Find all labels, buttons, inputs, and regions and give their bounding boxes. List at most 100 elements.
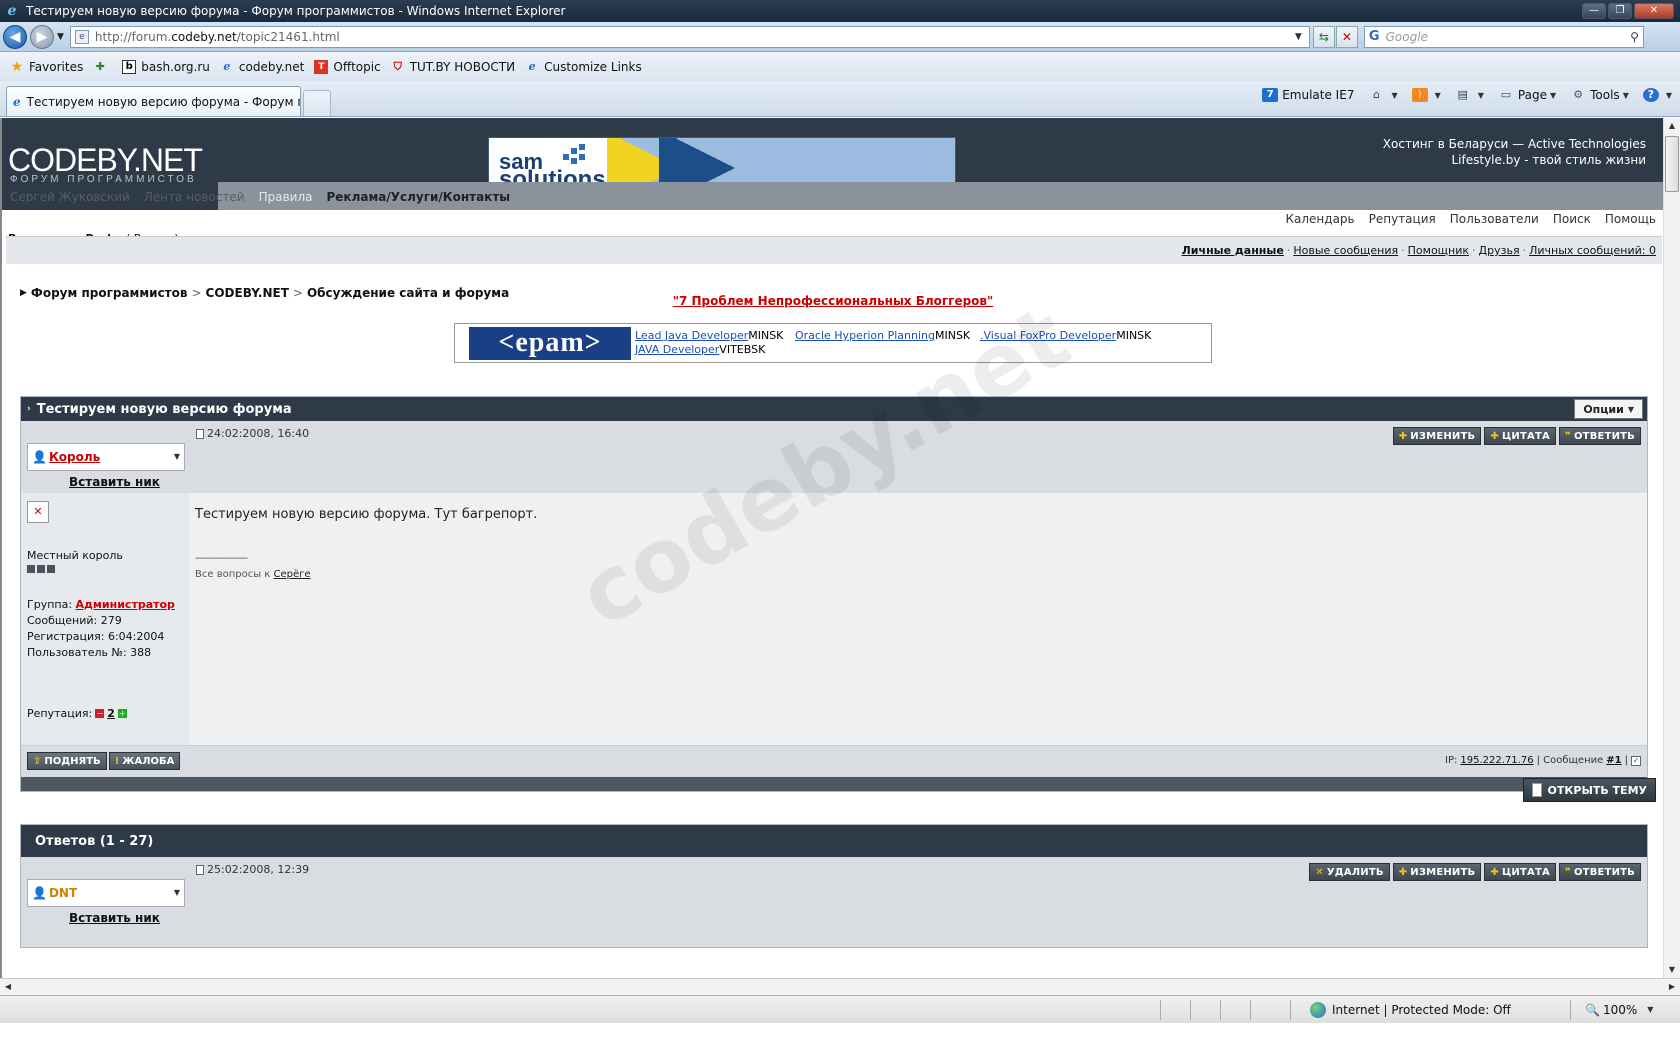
scroll-thumb[interactable] <box>1665 136 1679 192</box>
nav-item-ads[interactable]: Реклама/Услуги/Контакты <box>326 190 510 204</box>
stop-icon[interactable]: ✕ <box>1335 25 1358 48</box>
post-body: ✕ Местный король Группа: Администратор С… <box>21 493 1647 745</box>
chevron-down-icon: ▼ <box>1622 90 1629 100</box>
fav-link-tutby[interactable]: ⛉ TUT.BY НОВОСТИ <box>391 60 516 74</box>
vertical-scrollbar[interactable]: ▲ ▼ <box>1663 118 1680 978</box>
reputation-value[interactable]: 2 <box>107 707 115 720</box>
tools-menu-button[interactable]: ⚙ Tools ▼ <box>1570 88 1629 102</box>
promo-link[interactable]: "7 Проблем Непрофессиональных Блоггеров" <box>673 294 994 308</box>
post-date: 24:02:2008, 16:40 <box>196 427 309 440</box>
new-messages-link[interactable]: Новые сообщения <box>1293 244 1398 257</box>
maximize-button[interactable]: ❐ <box>1608 3 1632 19</box>
group-link[interactable]: Администратор <box>76 598 175 611</box>
hosting-link[interactable]: Хостинг в Беларуси — Active Technologies <box>1383 136 1646 152</box>
favorites-button[interactable]: ★ Favorites <box>10 60 84 74</box>
forward-button[interactable]: ▶ <box>30 24 54 49</box>
signature: -------------------- Все вопросы к Серёг… <box>195 553 311 580</box>
report-button[interactable]: ! ЖАЛОБА <box>108 752 181 770</box>
fav-link-offtopic[interactable]: T Offtopic <box>314 59 381 74</box>
address-dropdown-icon[interactable]: ▼ <box>1295 32 1309 42</box>
nav-help[interactable]: Помощь <box>1605 212 1656 226</box>
reply-insert-nick-link[interactable]: Вставить ник <box>69 911 160 925</box>
reply-edit-button[interactable]: ✚ ИЗМЕНИТЬ <box>1392 863 1482 881</box>
emulate-ie7-button[interactable]: 7 Emulate IE7 <box>1262 88 1354 102</box>
close-window-button[interactable]: ✕ <box>1634 3 1674 19</box>
help-button[interactable]: ? ▼ <box>1642 88 1672 102</box>
refresh-icon[interactable]: ⇆ <box>1312 25 1335 48</box>
author-name[interactable]: Король <box>49 450 100 464</box>
search-input[interactable]: G Google ⚲ <box>1363 25 1644 48</box>
horizontal-scrollbar[interactable]: ◀ ▶ <box>0 978 1680 995</box>
ip-link[interactable]: 195.222.71.76 <box>1460 755 1533 766</box>
nav-search[interactable]: Поиск <box>1553 212 1591 226</box>
quote-button[interactable]: ✚ ЦИТАТА <box>1484 427 1556 445</box>
nav-calendar[interactable]: Календарь <box>1286 212 1355 226</box>
edit-button[interactable]: ✚ ИЗМЕНИТЬ <box>1392 427 1482 445</box>
assistant-link[interactable]: Помощник <box>1408 244 1469 257</box>
scroll-up-icon[interactable]: ▲ <box>1664 118 1680 134</box>
profile-link[interactable]: Личные данные <box>1182 244 1284 257</box>
reply-author-dropdown[interactable]: 👤 DNT ▼ <box>27 879 185 907</box>
reply-quote-button[interactable]: ✚ ЦИТАТА <box>1484 863 1556 881</box>
pm-link[interactable]: Личных сообщений: 0 <box>1529 244 1656 257</box>
nav-item-news[interactable]: Лента новостей <box>144 190 245 204</box>
open-topic-button[interactable]: ОТКРЫТЬ ТЕМУ <box>1522 778 1656 802</box>
tab-active[interactable]: e Тестируем новую версию форума - Форум … <box>6 86 301 116</box>
signature-link[interactable]: Серёге <box>274 569 311 580</box>
feeds-button[interactable]: ) ▼ <box>1411 88 1441 102</box>
fav-link-customize[interactable]: e Customize Links <box>525 60 642 74</box>
rep-plus-icon[interactable]: + <box>117 709 127 718</box>
security-zone[interactable]: Internet | Protected Mode: Off <box>1310 1001 1511 1018</box>
page-menu-button[interactable]: ▭ Page ▼ <box>1498 88 1556 102</box>
fav-link-codeby[interactable]: e codeby.net <box>220 60 304 74</box>
author-info: ✕ Местный король Группа: Администратор С… <box>21 493 189 745</box>
exclamation-icon: ! <box>114 755 120 767</box>
document-icon <box>1531 783 1542 797</box>
address-toolbar: ◀ ▶ ▼ e http://forum.codeby.net/topic214… <box>0 22 1680 52</box>
author-dropdown[interactable]: 👤 Король ▼ <box>27 443 185 471</box>
back-button[interactable]: ◀ <box>3 24 27 49</box>
epam-logo[interactable]: <epam> <box>469 327 631 360</box>
message-number-link[interactable]: #1 <box>1606 755 1621 766</box>
site-nav: Сергей Жуковский Лента новостей Правила … <box>2 182 1664 210</box>
raise-button[interactable]: ⇧ ПОДНЯТЬ <box>27 752 107 770</box>
job-link-java[interactable]: Lead Java Developer <box>635 329 748 342</box>
nav-users[interactable]: Пользователи <box>1450 212 1539 226</box>
scroll-left-icon[interactable]: ◀ <box>0 979 16 995</box>
zoom-control[interactable]: 🔍 100% ▼ <box>1585 1003 1653 1017</box>
scroll-right-icon[interactable]: ▶ <box>1664 979 1680 995</box>
minimize-button[interactable]: — <box>1582 3 1606 19</box>
new-tab-button[interactable] <box>303 90 331 116</box>
options-button[interactable]: Опции ▼ <box>1574 399 1643 419</box>
ie-page-icon: e <box>13 94 21 109</box>
job-link-foxpro[interactable]: .Visual FoxPro Developer <box>980 329 1116 342</box>
nav-item-sergey[interactable]: Сергей Жуковский <box>10 190 130 204</box>
select-post-checkbox[interactable]: ✓ <box>1631 755 1641 766</box>
friends-link[interactable]: Друзья <box>1479 244 1520 257</box>
scroll-down-icon[interactable]: ▼ <box>1664 962 1680 978</box>
search-icon[interactable]: ⚲ <box>1630 30 1639 44</box>
plus-icon: ✚ <box>1398 430 1408 442</box>
job-link-oracle[interactable]: Oracle Hyperion Planning <box>795 329 935 342</box>
recent-pages-dropdown-icon[interactable]: ▼ <box>57 32 64 42</box>
delete-button[interactable]: ✕ УДАЛИТЬ <box>1309 863 1390 881</box>
zoom-icon: 🔍 <box>1585 1002 1600 1017</box>
job-link-java-vitebsk[interactable]: JAVA Developer <box>635 343 719 356</box>
add-favorite-button[interactable]: ✚ <box>93 60 112 74</box>
user-rank: Местный король <box>27 549 123 562</box>
address-input[interactable]: e http://forum.codeby.net/topic21461.htm… <box>69 25 1310 48</box>
nav-reputation[interactable]: Репутация <box>1369 212 1436 226</box>
fav-link-bash[interactable]: b bash.org.ru <box>122 59 210 74</box>
plus-icon: ✚ <box>1490 430 1499 442</box>
reply-reply-button[interactable]: ❞ ОТВЕТИТЬ <box>1558 863 1641 881</box>
rep-minus-icon[interactable]: − <box>95 709 105 718</box>
window-titlebar: e Тестируем новую версию форума - Форум … <box>0 0 1680 22</box>
nav-item-rules[interactable]: Правила <box>259 190 313 204</box>
home-button[interactable]: ⌂ ▼ <box>1368 88 1398 102</box>
print-button[interactable]: ▤ ▼ <box>1455 88 1484 102</box>
insert-nick-link[interactable]: Вставить ник <box>69 475 160 489</box>
reply-button[interactable]: ❞ ОТВЕТИТЬ <box>1558 427 1641 445</box>
lifestyle-link[interactable]: Lifestyle.by - твой стиль жизни <box>1383 152 1647 168</box>
reply-author-name[interactable]: DNT <box>49 886 77 900</box>
gear-icon: ⚙ <box>1573 88 1584 101</box>
